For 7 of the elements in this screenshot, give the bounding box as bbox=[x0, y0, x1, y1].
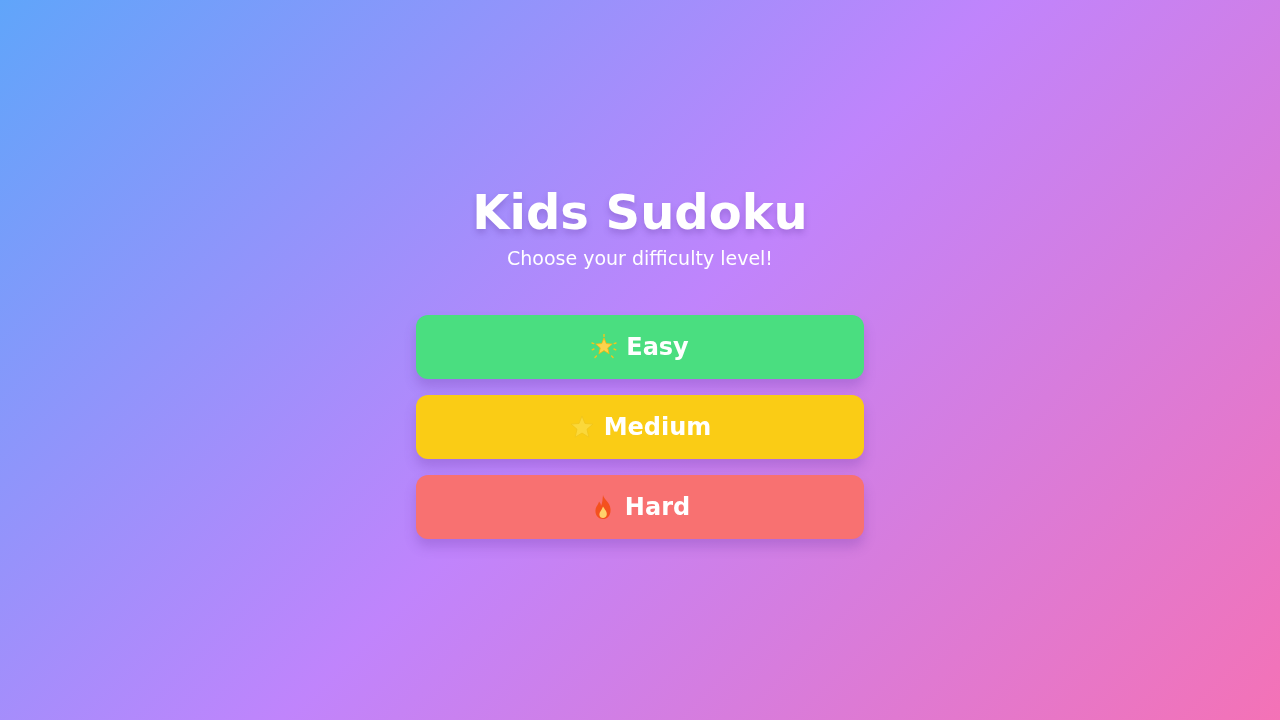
sparkling-star-icon bbox=[591, 333, 618, 360]
app-title: Kids Sudoku bbox=[472, 187, 808, 236]
subtitle: Choose your difficulty level! bbox=[507, 245, 773, 271]
star-icon bbox=[568, 413, 595, 440]
difficulty-button[interactable]: Medium bbox=[416, 394, 864, 459]
difficulty-button[interactable]: Hard bbox=[416, 474, 864, 539]
difficulty-button[interactable]: Easy bbox=[416, 314, 864, 379]
